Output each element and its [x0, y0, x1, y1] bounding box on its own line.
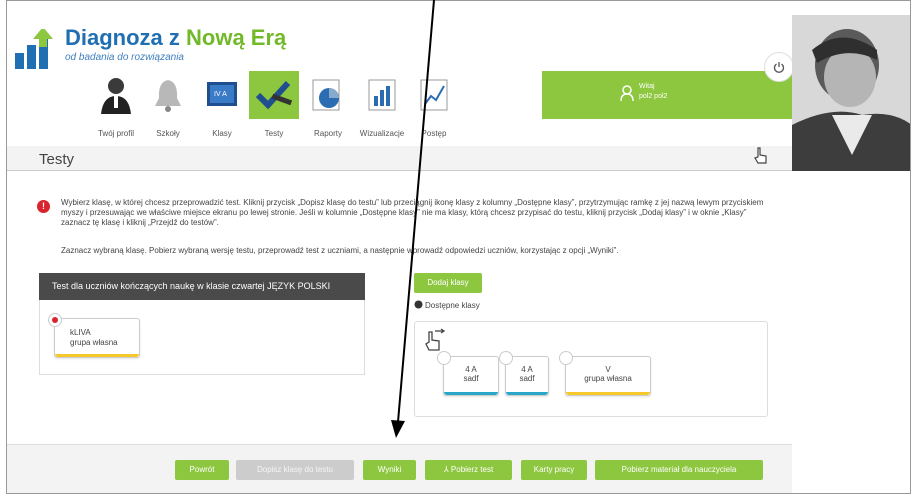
class-radio[interactable] — [48, 313, 62, 327]
logo-bars-icon — [15, 29, 53, 69]
logo-title: Diagnoza z Nową Erą — [65, 25, 287, 50]
user-name: pol2 pol2 — [639, 93, 668, 100]
logo[interactable]: Diagnoza z Nową Erą od badania do rozwią… — [15, 19, 286, 79]
hand-pointer-icon[interactable] — [753, 146, 769, 166]
card-color-bar — [506, 392, 548, 395]
worksheets-button[interactable]: Karty pracy — [521, 460, 587, 480]
pie-chart-icon — [303, 71, 353, 119]
page-title: Testy — [39, 151, 75, 168]
add-classes-button[interactable]: Dodaj klasy — [414, 273, 482, 293]
card-color-bar — [55, 354, 139, 357]
download-pdf-icon: ⅄ — [443, 465, 451, 474]
class-group: grupa własna — [70, 338, 118, 347]
svg-text:IV A: IV A — [214, 91, 227, 98]
available-classes-label: Dostępne klasy — [425, 301, 480, 310]
test-panel-header: Test dla uczniów kończących naukę w klas… — [39, 273, 365, 300]
download-test-button[interactable]: ⅄ Pobierz test — [425, 460, 512, 480]
class-group: sadf — [463, 374, 479, 383]
class-radio[interactable] — [437, 351, 451, 365]
class-name: 4 A — [521, 365, 533, 374]
nav-reports[interactable]: Raporty — [303, 71, 353, 147]
bell-icon — [143, 71, 193, 119]
footer-actions: Powrót Dopisz klasę do testu Wyniki ⅄ Po… — [7, 444, 792, 493]
class-radio[interactable] — [559, 351, 573, 365]
available-classes-panel: 4 A sadf 4 A sadf V grupa własna — [414, 321, 768, 417]
download-test-label: Pobierz test — [450, 465, 494, 474]
nav-tests[interactable]: Testy — [249, 71, 299, 147]
assigned-class-card[interactable]: kLIVA grupa własna — [48, 313, 140, 358]
back-button[interactable]: Powrót — [175, 460, 229, 480]
class-board-icon: IV A — [197, 71, 247, 119]
teacher-material-button[interactable]: Pobierz materiał dla nauczyciela — [595, 460, 763, 480]
app-window: Diagnoza z Nową Erą od badania do rozwią… — [6, 0, 911, 494]
student-photo — [792, 15, 910, 171]
nav-schools[interactable]: Szkoły — [143, 71, 193, 147]
user-icon — [620, 85, 634, 101]
available-class-card[interactable]: 4 A sadf — [437, 351, 499, 396]
user-bar[interactable]: Witaj pol2 pol2 — [542, 71, 804, 119]
drag-icon — [425, 328, 445, 351]
class-name: V — [605, 365, 611, 374]
available-class-card[interactable]: V grupa własna — [559, 351, 651, 396]
class-group: sadf — [519, 374, 535, 383]
class-group: grupa własna — [584, 374, 632, 383]
available-class-card[interactable]: 4 A sadf — [499, 351, 549, 396]
logo-subtitle: od badania do rozwiązania — [65, 52, 184, 63]
profile-icon — [91, 71, 141, 119]
line-chart-icon — [409, 71, 459, 119]
power-icon — [773, 62, 785, 73]
title-bar — [7, 146, 792, 170]
drag-hand-icon — [414, 300, 423, 309]
class-name: kLIVA — [70, 328, 91, 337]
results-button[interactable]: Wyniki — [363, 460, 416, 480]
logout-button[interactable] — [764, 52, 794, 82]
instructions-text: Wybierz klasę, w której chcesz przeprowa… — [61, 198, 764, 227]
test-panel-dropzone[interactable]: kLIVA grupa własna — [39, 300, 365, 375]
class-name: 4 A — [465, 365, 477, 374]
divider — [7, 170, 792, 171]
nav-progress[interactable]: Postęp — [409, 71, 459, 147]
instructions-text-2: Zaznacz wybraną klasę. Pobierz wybraną w… — [61, 246, 619, 255]
assign-class-button[interactable]: Dopisz klasę do testu — [236, 460, 354, 480]
bar-chart-icon — [357, 71, 407, 119]
user-greeting: Witaj — [639, 83, 655, 90]
card-color-bar — [566, 392, 650, 395]
nav-label: Postęp — [421, 129, 447, 138]
alert-icon: ! — [37, 200, 50, 213]
class-radio[interactable] — [499, 351, 513, 365]
card-color-bar — [444, 392, 498, 395]
checkmark-pen-icon — [249, 71, 299, 119]
